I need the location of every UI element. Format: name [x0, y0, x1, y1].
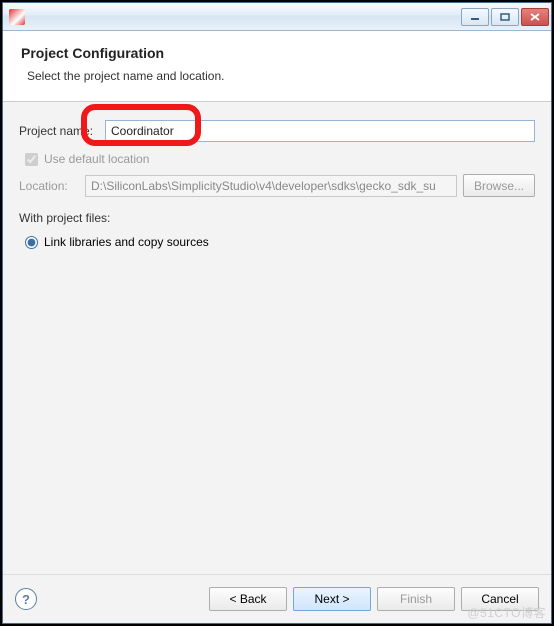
header-title: Project Configuration — [21, 45, 533, 61]
next-button[interactable]: Next > — [293, 587, 371, 611]
link-libraries-radio[interactable] — [25, 236, 38, 249]
titlebar — [3, 3, 551, 31]
project-files-label: With project files: — [19, 211, 535, 225]
link-libraries-label: Link libraries and copy sources — [44, 235, 209, 249]
use-default-label: Use default location — [44, 152, 149, 166]
help-icon[interactable]: ? — [15, 588, 37, 610]
minimize-button[interactable] — [461, 8, 489, 26]
finish-button: Finish — [377, 587, 455, 611]
use-default-checkbox — [25, 153, 38, 166]
project-name-label: Project name: — [19, 124, 105, 138]
dialog-content: Project name: Use default location Locat… — [3, 102, 551, 575]
location-input — [85, 175, 457, 197]
browse-button: Browse... — [463, 174, 535, 197]
project-name-row: Project name: — [19, 120, 535, 142]
header-subtitle: Select the project name and location. — [21, 69, 533, 83]
dialog-window: Project Configuration Select the project… — [2, 2, 552, 624]
app-icon — [9, 9, 25, 25]
link-libraries-row: Link libraries and copy sources — [25, 235, 535, 249]
dialog-footer: ? < Back Next > Finish Cancel — [3, 575, 551, 623]
cancel-button[interactable]: Cancel — [461, 587, 539, 611]
project-name-input[interactable] — [105, 120, 535, 142]
location-row: Location: Browse... — [19, 174, 535, 197]
close-button[interactable] — [521, 8, 549, 26]
use-default-row: Use default location — [25, 152, 535, 166]
maximize-button[interactable] — [491, 8, 519, 26]
back-button[interactable]: < Back — [209, 587, 287, 611]
dialog-header: Project Configuration Select the project… — [3, 31, 551, 102]
location-label: Location: — [19, 179, 79, 193]
